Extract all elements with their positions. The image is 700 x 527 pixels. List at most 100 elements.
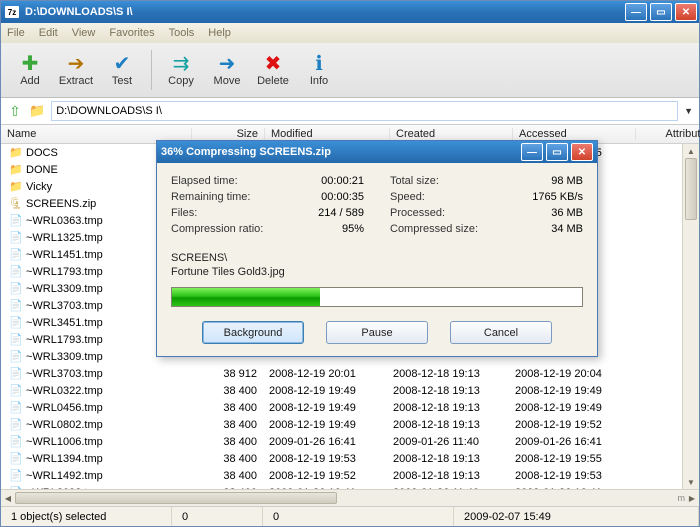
info-button[interactable]: ℹInfo	[296, 46, 342, 94]
toolbar-divider	[151, 50, 152, 90]
total-value: 98 MB	[551, 175, 583, 187]
ratio-label: Compression ratio:	[171, 223, 263, 235]
file-name: ~WRL3309.tmp	[26, 351, 103, 363]
file-accessed: 2009-01-26 16:41	[509, 436, 631, 448]
file-name: ~WRL3309.tmp	[26, 283, 103, 295]
dropdown-icon[interactable]: ▼	[684, 106, 693, 116]
address-input[interactable]	[51, 101, 678, 121]
scroll-down-icon[interactable]: ▼	[683, 475, 699, 489]
scroll-up-icon[interactable]: ▲	[683, 144, 699, 158]
file-modified: 2008-12-19 19:49	[263, 419, 387, 431]
menu-view[interactable]: View	[72, 27, 96, 39]
col-name[interactable]: Name	[1, 128, 192, 140]
table-row[interactable]: 📄~WRL2098.tmp38 4002009-01-26 16:412009-…	[1, 484, 699, 489]
file-created: 2008-12-18 19:13	[387, 453, 509, 465]
dialog-minimize-button[interactable]: —	[521, 143, 543, 161]
file-name: ~WRL0456.tmp	[26, 402, 103, 414]
table-row[interactable]: 📄~WRL1006.tmp38 4002009-01-26 16:412009-…	[1, 433, 699, 450]
current-file: Fortune Tiles Gold3.jpg	[171, 265, 583, 279]
file-name: ~WRL1793.tmp	[26, 266, 103, 278]
cancel-button[interactable]: Cancel	[450, 321, 552, 344]
col-size[interactable]: Size	[192, 128, 265, 140]
table-row[interactable]: 📄~WRL1394.tmp38 4002008-12-19 19:532008-…	[1, 450, 699, 467]
dialog-titlebar: 36% Compressing SCREENS.zip — ▭ ✕	[157, 141, 597, 163]
plus-icon: ✚	[22, 53, 39, 75]
test-button[interactable]: ✔Test	[99, 46, 145, 94]
dialog-maximize-button[interactable]: ▭	[546, 143, 568, 161]
toolbar: ✚Add ➔Extract ✔Test ⇉Copy ➜Move ✖Delete …	[1, 43, 699, 98]
status-bar: 1 object(s) selected 0 0 2009-02-07 15:4…	[1, 506, 699, 526]
scroll-thumb-h[interactable]	[15, 492, 337, 504]
add-button[interactable]: ✚Add	[7, 46, 53, 94]
file-size: 38 400	[191, 419, 263, 431]
tmp-icon: 📄	[9, 316, 23, 330]
status-date: 2009-02-07 15:49	[454, 507, 699, 526]
ratio-value: 95%	[342, 223, 364, 235]
dialog-close-button[interactable]: ✕	[571, 143, 593, 161]
delete-button[interactable]: ✖Delete	[250, 46, 296, 94]
progress-fill	[172, 288, 320, 306]
table-row[interactable]: 📄~WRL1492.tmp38 4002008-12-19 19:522008-…	[1, 467, 699, 484]
horizontal-scrollbar[interactable]: ◀ m ▶	[1, 489, 699, 506]
tmp-icon: 📄	[9, 401, 23, 415]
file-name: ~WRL1394.tmp	[26, 453, 103, 465]
tmp-icon: 📄	[9, 299, 23, 313]
progress-bar	[171, 287, 583, 307]
scroll-thumb[interactable]	[685, 158, 697, 220]
file-name: ~WRL1492.tmp	[26, 470, 103, 482]
window-title: D:\DOWNLOADS\S I\	[25, 6, 625, 18]
file-created: 2008-12-18 19:13	[387, 368, 509, 380]
table-row[interactable]: 📄~WRL0802.tmp38 4002008-12-19 19:492008-…	[1, 416, 699, 433]
file-size: 38 400	[191, 402, 263, 414]
col-accessed[interactable]: Accessed	[513, 128, 636, 140]
tmp-icon: 📄	[9, 282, 23, 296]
file-created: 2008-12-18 19:13	[387, 385, 509, 397]
maximize-button[interactable]: ▭	[650, 3, 672, 21]
menu-edit[interactable]: Edit	[39, 27, 58, 39]
file-accessed: 2008-12-19 19:52	[509, 419, 631, 431]
file-modified: 2008-12-19 19:49	[263, 402, 387, 414]
move-button[interactable]: ➜Move	[204, 46, 250, 94]
up-icon[interactable]: ⇧	[7, 103, 23, 119]
file-name: ~WRL2098.tmp	[26, 487, 103, 490]
copy-button[interactable]: ⇉Copy	[158, 46, 204, 94]
tmp-icon: 📄	[9, 367, 23, 381]
col-created[interactable]: Created	[390, 128, 513, 140]
menu-help[interactable]: Help	[208, 27, 231, 39]
tmp-icon: 📄	[9, 214, 23, 228]
menu-favorites[interactable]: Favorites	[109, 27, 154, 39]
status-size2: 0	[263, 507, 454, 526]
file-name: ~WRL1006.tmp	[26, 436, 103, 448]
speed-value: 1765 KB/s	[532, 191, 583, 203]
menu-file[interactable]: File	[7, 27, 25, 39]
file-name: DOCS	[26, 147, 58, 159]
zip-icon: 🗜	[9, 197, 23, 211]
tmp-icon: 📄	[9, 265, 23, 279]
minimize-button[interactable]: —	[625, 3, 647, 21]
file-modified: 2008-12-19 19:49	[263, 385, 387, 397]
table-row[interactable]: 📄~WRL0456.tmp38 4002008-12-19 19:492008-…	[1, 399, 699, 416]
files-label: Files:	[171, 207, 197, 219]
file-created: 2008-12-18 19:13	[387, 419, 509, 431]
close-button[interactable]: ✕	[675, 3, 697, 21]
col-attributes[interactable]: Attributes	[636, 128, 700, 140]
background-button[interactable]: Background	[202, 321, 304, 344]
remaining-value: 00:00:35	[321, 191, 364, 203]
file-name: SCREENS.zip	[26, 198, 96, 210]
scroll-right-icon[interactable]: ▶	[685, 491, 699, 505]
file-created: 2009-01-26 11:40	[387, 487, 509, 490]
table-row[interactable]: 📄~WRL3703.tmp38 9122008-12-19 20:012008-…	[1, 365, 699, 382]
vertical-scrollbar[interactable]: ▲ ▼	[682, 144, 699, 489]
extract-button[interactable]: ➔Extract	[53, 46, 99, 94]
delete-icon: ✖	[265, 53, 282, 75]
file-size: 38 400	[191, 487, 263, 490]
col-modified[interactable]: Modified	[265, 128, 390, 140]
table-row[interactable]: 📄~WRL0322.tmp38 4002008-12-19 19:492008-…	[1, 382, 699, 399]
menu-tools[interactable]: Tools	[169, 27, 195, 39]
file-accessed: 2008-12-19 19:49	[509, 385, 631, 397]
current-folder: SCREENS\	[171, 251, 583, 265]
file-accessed: 2009-01-26 16:41	[509, 487, 631, 490]
pause-button[interactable]: Pause	[326, 321, 428, 344]
scroll-left-icon[interactable]: ◀	[1, 491, 15, 505]
menubar: File Edit View Favorites Tools Help	[1, 23, 699, 43]
